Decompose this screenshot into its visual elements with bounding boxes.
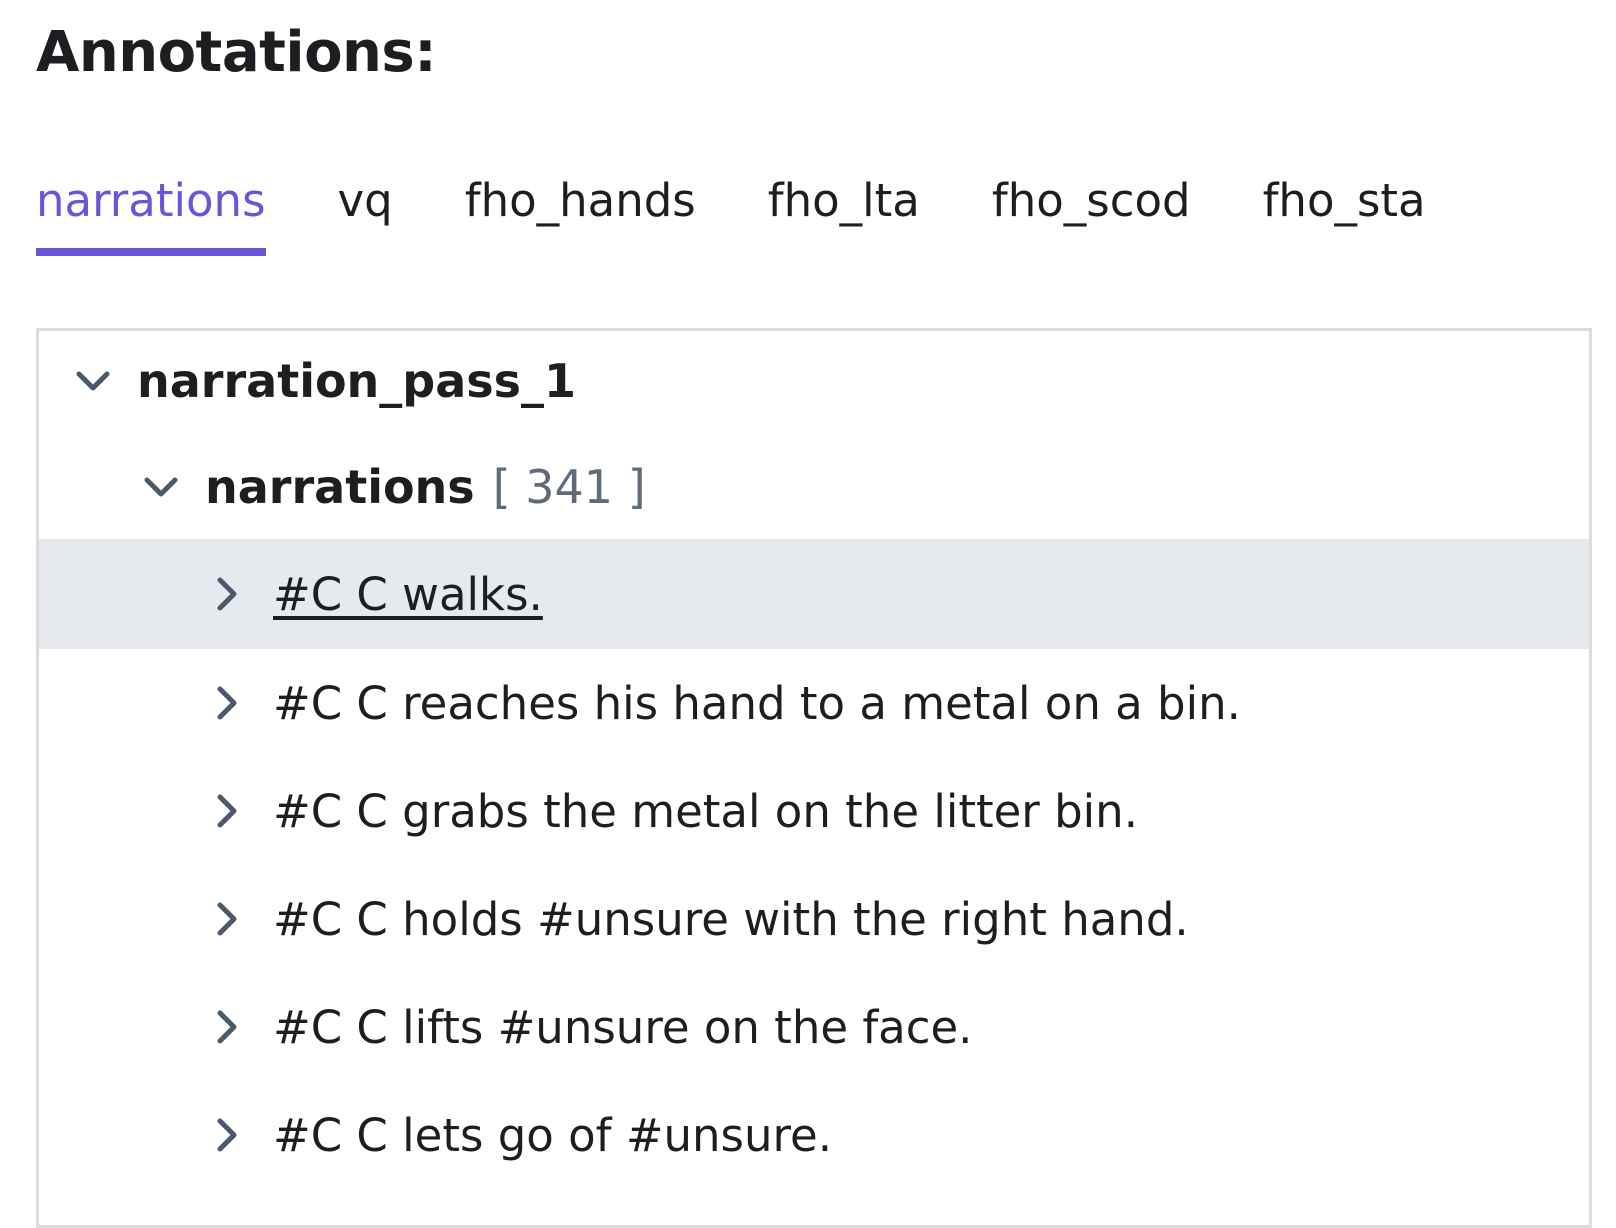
annotation-tabs: narrations vq fho_hands fho_lta fho_scod… [36,168,1426,258]
list-item[interactable]: #C C grabs the metal on the litter bin. [39,755,1589,867]
chevron-right-icon[interactable] [203,895,251,943]
tab-fho-hands[interactable]: fho_hands [465,168,696,256]
list-item[interactable]: #C C walks. [39,539,1589,649]
list-item[interactable]: #C C reaches his hand to a metal on a bi… [39,647,1589,759]
narration-text[interactable]: #C C grabs the metal on the litter bin. [273,785,1138,838]
list-item[interactable]: #C C lets go of #unsure. [39,1079,1589,1191]
narrations-group-label: narrations [205,460,475,514]
annotation-tree: narration_pass_1 narrations [ 341 ] #C C… [36,328,1592,1228]
narration-text[interactable]: #C C lifts #unsure on the face. [273,1001,972,1054]
list-item[interactable]: #C C lifts #unsure on the face. [39,971,1589,1083]
chevron-right-icon[interactable] [203,679,251,727]
narration-text[interactable]: #C C reaches his hand to a metal on a bi… [273,677,1241,730]
chevron-right-icon[interactable] [203,787,251,835]
chevron-right-icon[interactable] [203,1111,251,1159]
chevron-right-icon[interactable] [203,570,251,618]
tab-fho-scod[interactable]: fho_scod [992,168,1191,256]
tab-narrations[interactable]: narrations [36,168,266,256]
tree-node-narration-pass[interactable]: narration_pass_1 [39,331,1589,437]
tree-node-narrations[interactable]: narrations [ 341 ] [39,431,1589,543]
annotations-heading: Annotations: [36,20,437,85]
tab-fho-sta[interactable]: fho_sta [1263,168,1426,256]
narration-text[interactable]: #C C walks. [273,568,543,621]
tab-vq[interactable]: vq [338,168,393,256]
narration-text[interactable]: #C C lets go of #unsure. [273,1109,832,1162]
narration-text[interactable]: #C C holds #unsure with the right hand. [273,893,1189,946]
tab-fho-lta[interactable]: fho_lta [768,168,920,256]
chevron-down-icon[interactable] [69,357,117,405]
narration-pass-label: narration_pass_1 [137,354,577,408]
chevron-down-icon[interactable] [137,463,185,511]
list-item[interactable]: #C C holds #unsure with the right hand. [39,863,1589,975]
chevron-right-icon[interactable] [203,1003,251,1051]
narrations-count: [ 341 ] [492,460,646,514]
